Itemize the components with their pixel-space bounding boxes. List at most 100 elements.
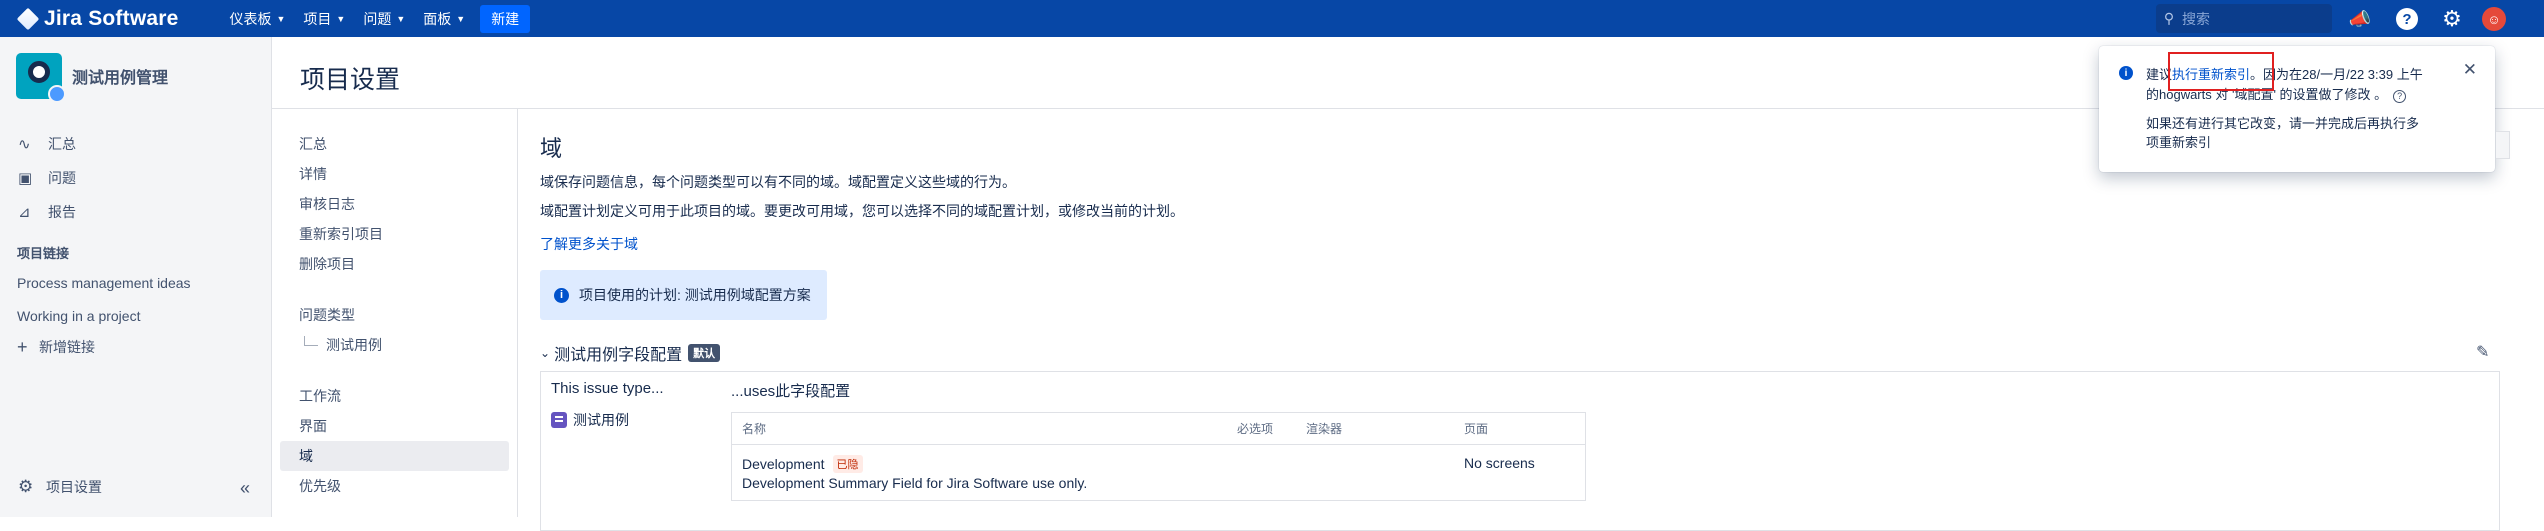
search-icon: ⚲ (2163, 10, 2175, 26)
menu-label: 问题 (363, 10, 392, 27)
table-header: 名称 必选项 渲染器 页面 (732, 413, 1585, 445)
menu-label: 面板 (423, 10, 452, 27)
settings-nav-issue-type-item[interactable]: 测试用例 (272, 330, 517, 360)
menu-boards[interactable]: 面板 ▼ (414, 0, 474, 37)
info-icon: i (554, 287, 569, 303)
flag-text: 。因为在28/一月/22 3:39 上午 (2250, 67, 2423, 82)
field-name: Development (742, 456, 825, 472)
learn-more-link[interactable]: 了解更多关于域 (540, 234, 638, 254)
gear-icon: ⚙ (18, 477, 34, 496)
column-screens: 页面 (1464, 422, 1489, 436)
annotation-highlight-box (2168, 52, 2274, 91)
column-name: 名称 (742, 422, 767, 436)
plus-icon: + (17, 336, 28, 357)
fields-description: 域保存问题信息，每个问题类型可以有不同的域。域配置定义这些域的行为。 (540, 174, 1016, 190)
field-screens: No screens (1464, 455, 1535, 471)
sidebar-item-label: 报告 (48, 204, 76, 220)
info-icon: i (2119, 66, 2133, 80)
settings-nav-screens[interactable]: 界面 (272, 411, 517, 441)
jira-logo-icon (16, 7, 40, 30)
table-row: Development 已隐 Development Summary Field… (732, 445, 1585, 501)
sidebar-item-reports[interactable]: ⊿ 报告 (0, 195, 271, 229)
field-description: Development Summary Field for Jira Softw… (742, 475, 1088, 491)
edit-pencil-icon[interactable]: ✎ (2476, 342, 2489, 362)
project-avatar-eye-icon (28, 61, 50, 83)
test-case-type-icon (551, 412, 567, 428)
sidebar-item-summary[interactable]: ∿ 汇总 (0, 127, 271, 161)
settings-nav-workflows[interactable]: 工作流 (272, 381, 517, 411)
settings-nav-priorities[interactable]: 优先级 (272, 471, 517, 501)
help-button[interactable]: ? (2394, 6, 2420, 32)
scheme-info-text: 项目使用的计划: 测试用例域配置方案 (579, 287, 811, 303)
sidebar-nav: ∿ 汇总 ▣ 问题 ⊿ 报告 (0, 127, 271, 229)
help-icon: ? (2396, 8, 2418, 30)
issue-type-column-label: This issue type... (551, 380, 664, 397)
menu-dashboards[interactable]: 仪表板 ▼ (221, 0, 295, 37)
chevron-down-icon: ▼ (336, 13, 346, 24)
chart-icon: ⊿ (18, 204, 31, 221)
collapse-sidebar-icon[interactable]: « (240, 478, 250, 499)
hidden-badge: 已隐 (832, 455, 863, 473)
sidebar-item-label: 问题 (48, 170, 76, 186)
field-name-cell: Development 已隐 (742, 455, 863, 473)
column-renderer: 渲染器 (1306, 422, 1343, 436)
sidebar-item-issues[interactable]: ▣ 问题 (0, 161, 271, 195)
chevron-down-icon: ⌄ (540, 346, 551, 360)
reindex-flag: i ✕ 建议执行重新索引。因为在28/一月/22 3:39 上午 的hogwar… (2099, 46, 2495, 172)
add-link-button[interactable]: + 新增链接 (0, 332, 271, 362)
scheme-description: 域配置计划定义可用于此项目的域。要更改可用域，您可以选择不同的域配置计划，或修改… (540, 203, 1184, 219)
project-link[interactable]: Process management ideas (0, 266, 271, 299)
project-link[interactable]: Working in a project (0, 299, 271, 332)
field-config-name: 测试用例字段配置 (554, 347, 683, 364)
create-button[interactable]: 新建 (480, 4, 531, 33)
search-input[interactable] (2182, 10, 2322, 27)
field-config-toggle[interactable]: ⌄ 测试用例字段配置 默认 (540, 341, 721, 365)
project-sidebar: 测试用例管理 ∿ 汇总 ▣ 问题 ⊿ 报告 项目链接 Process manag… (0, 37, 272, 517)
menu-label: 仪表板 (229, 10, 272, 27)
question-icon[interactable]: ? (2393, 90, 2407, 103)
project-avatar (16, 53, 66, 103)
settings-nav-details[interactable]: 详情 (272, 159, 517, 189)
user-avatar[interactable]: ☺ (2482, 7, 2506, 31)
pulse-icon: ∿ (18, 136, 31, 153)
megaphone-icon[interactable]: 📣 (2347, 6, 2373, 32)
project-settings-link[interactable]: ⚙ 项目设置 (0, 470, 272, 504)
settings-nav-issue-types[interactable]: 问题类型 (272, 300, 517, 330)
settings-nav-fields[interactable]: 域 (280, 441, 509, 471)
add-link-label: 新增链接 (39, 339, 95, 355)
issue-type-entry: 测试用例 (551, 410, 629, 430)
fields-table: 名称 必选项 渲染器 页面 Development 已隐 Development… (731, 412, 1586, 501)
project-name: 测试用例管理 (72, 70, 169, 87)
project-header[interactable]: 测试用例管理 (0, 37, 271, 103)
chevron-down-icon: ▼ (276, 13, 286, 24)
menu-projects[interactable]: 项目 ▼ (294, 0, 354, 37)
chevron-down-icon: ▼ (396, 13, 406, 24)
issue-type-label: 测试用例 (326, 337, 382, 353)
scheme-info-box: i 项目使用的计划: 测试用例域配置方案 (540, 270, 827, 320)
issue-type-name: 测试用例 (573, 412, 629, 428)
settings-nav-audit-log[interactable]: 审核日志 (272, 189, 517, 219)
product-name: Jira Software (44, 6, 179, 30)
uses-column-label: ...uses此字段配置 (731, 383, 851, 400)
project-type-badge-icon (48, 85, 66, 103)
menu-issues[interactable]: 问题 ▼ (354, 0, 414, 37)
main-menu: 仪表板 ▼ 项目 ▼ 问题 ▼ 面板 ▼ 新建 (221, 0, 531, 37)
flag-line-3: 如果还有进行其它改变，请一并完成后再执行多 (2146, 116, 2420, 131)
close-icon[interactable]: ✕ (2463, 60, 2477, 80)
issues-icon: ▣ (18, 170, 33, 187)
search-box[interactable]: ⚲ (2156, 4, 2332, 33)
settings-nav-reindex[interactable]: 重新索引项目 (272, 219, 517, 249)
settings-nav-delete[interactable]: 删除项目 (272, 249, 517, 279)
jira-logo[interactable]: Jira Software (16, 6, 179, 31)
project-settings-label: 项目设置 (46, 479, 102, 495)
page-title: 项目设置 (300, 66, 401, 94)
settings-gear-icon[interactable]: ⚙ (2439, 6, 2465, 32)
menu-label: 项目 (303, 10, 332, 27)
settings-nav-summary[interactable]: 汇总 (272, 129, 517, 159)
section-title: 域 (540, 136, 563, 161)
default-badge: 默认 (688, 344, 721, 362)
column-required: 必选项 (1237, 422, 1274, 436)
field-config-panel: This issue type... ...uses此字段配置 测试用例 名称 … (540, 371, 2500, 531)
